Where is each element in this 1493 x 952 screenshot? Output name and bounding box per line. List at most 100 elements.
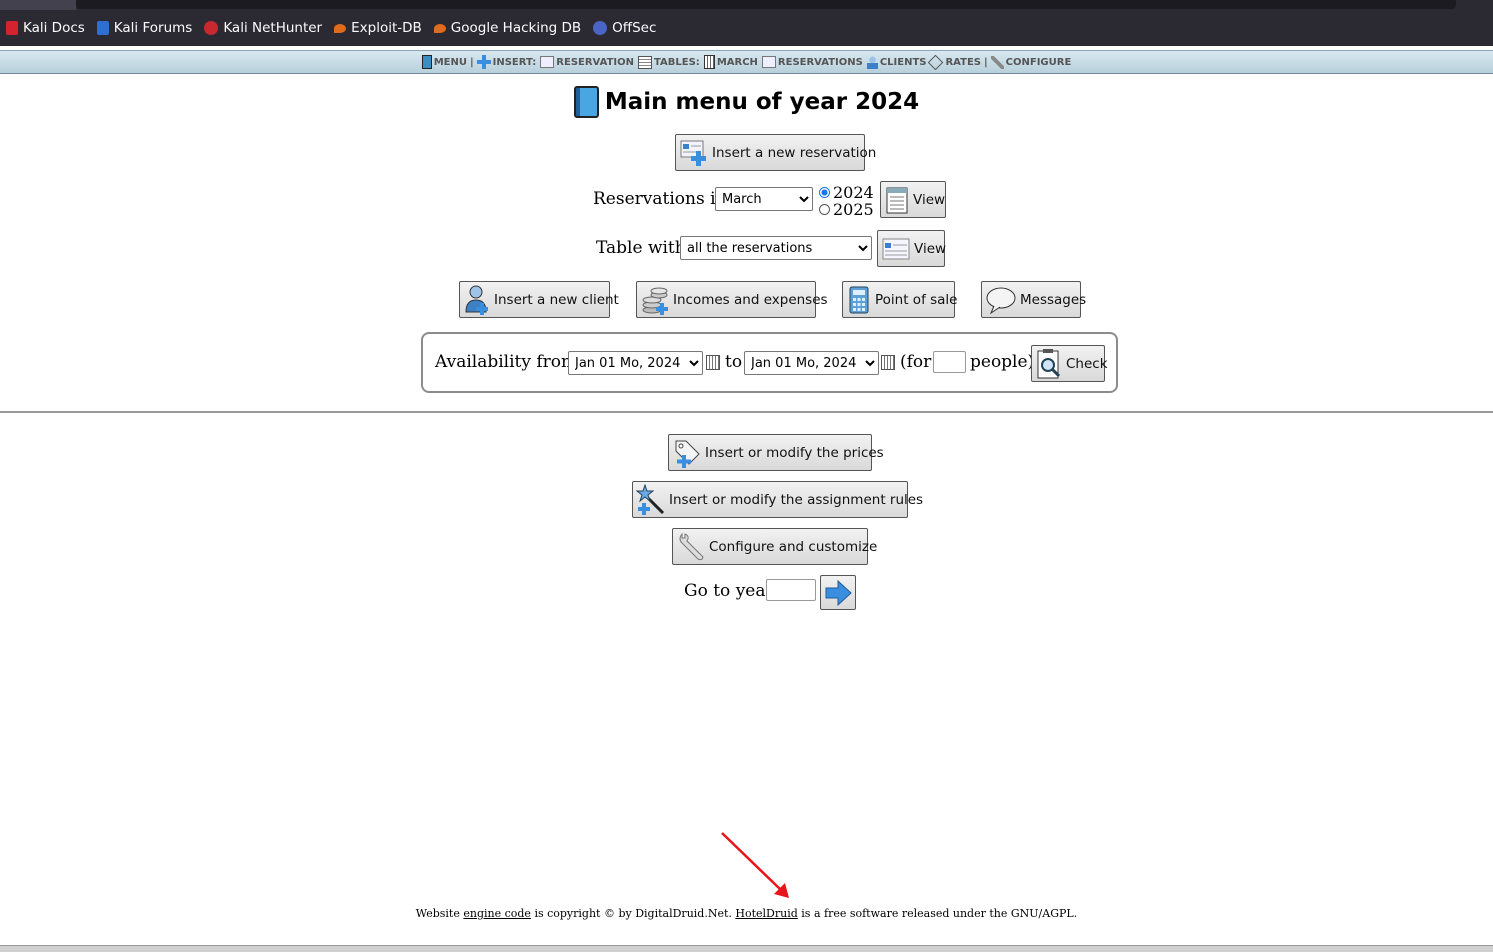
incomes-expenses-label: Incomes and expenses xyxy=(673,291,828,308)
coins-icon xyxy=(642,287,668,315)
calendar-picker-icon[interactable] xyxy=(881,355,895,370)
price-tag-icon xyxy=(675,440,700,468)
calendar-icon xyxy=(703,55,715,69)
go-to-year-label: Go to year xyxy=(684,581,774,601)
insert-label: INSERT: xyxy=(476,55,536,69)
insert-client-button[interactable]: Insert a new client xyxy=(459,281,619,318)
annotation-arrow-icon xyxy=(721,832,789,898)
active-tab[interactable] xyxy=(0,0,76,10)
year-radio-2025[interactable]: 2025 xyxy=(819,200,874,219)
year-input[interactable] xyxy=(766,579,816,601)
menu-link-label: MENU xyxy=(433,56,467,68)
bookmark-label: Kali Forums xyxy=(113,20,193,36)
wrench-icon xyxy=(679,532,704,560)
book-icon xyxy=(573,86,599,118)
menu-separator: | xyxy=(984,56,988,68)
date-from-select[interactable]: Jan 01 Mo, 2024 xyxy=(568,351,703,375)
bookmark-kali-nethunter[interactable]: Kali NetHunter xyxy=(204,20,322,36)
reservations-link[interactable]: RESERVATIONS xyxy=(761,56,863,68)
app-menu-bar: MENU | INSERT: RESERVATION TABLES: MARCH… xyxy=(0,50,1493,74)
footer-text: is a free software released under the GN… xyxy=(797,907,1078,920)
wrench-icon xyxy=(990,55,1004,69)
for-label: (for xyxy=(900,352,932,372)
speech-bubble-icon xyxy=(986,287,1016,314)
configure-link-label: CONFIGURE xyxy=(1005,56,1072,68)
to-label: to xyxy=(725,352,743,372)
reservations-table-icon xyxy=(882,238,910,259)
reservation-link-label: RESERVATION xyxy=(556,56,634,68)
menu-link[interactable]: MENU xyxy=(421,55,467,69)
march-link[interactable]: MARCH xyxy=(703,55,758,69)
tables-label-text: TABLES: xyxy=(654,56,700,68)
bookmark-google-hacking-db[interactable]: Google Hacking DB xyxy=(433,20,582,36)
view-month-button[interactable]: View xyxy=(880,181,946,218)
insert-client-label: Insert a new client xyxy=(494,291,619,308)
exploit-db-icon xyxy=(334,23,347,33)
bookmark-label: Google Hacking DB xyxy=(450,20,582,36)
table-icon xyxy=(638,55,652,69)
messages-button[interactable]: Messages xyxy=(981,281,1086,318)
calendar-icon xyxy=(886,187,908,213)
address-bar[interactable] xyxy=(76,0,1456,9)
insert-reservation-button[interactable]: Insert a new reservation xyxy=(675,134,876,171)
prices-button[interactable]: Insert or modify the prices xyxy=(668,434,884,471)
kali-icon xyxy=(6,21,18,35)
people-count-input[interactable] xyxy=(933,351,966,373)
month-select[interactable]: March xyxy=(715,187,813,211)
configure-link[interactable]: CONFIGURE xyxy=(990,55,1072,69)
bookmark-label: Kali NetHunter xyxy=(223,20,323,36)
clients-link[interactable]: CLIENTS xyxy=(866,55,926,69)
people-label: people) xyxy=(970,352,1035,372)
menu-separator: | xyxy=(469,56,474,68)
engine-code-link[interactable]: engine code xyxy=(463,907,531,920)
calculator-icon xyxy=(849,286,869,313)
date-to-select[interactable]: Jan 01 Mo, 2024 xyxy=(744,351,879,375)
footer: Website engine code is copyright © by Di… xyxy=(0,907,1493,920)
calendar-picker-icon[interactable] xyxy=(706,355,720,370)
radio-unselected[interactable] xyxy=(819,204,830,215)
configure-label: Configure and customize xyxy=(709,538,878,555)
bookmark-exploit-db[interactable]: Exploit-DB xyxy=(334,20,422,36)
prices-label: Insert or modify the prices xyxy=(705,444,884,461)
go-to-year-button[interactable] xyxy=(820,575,856,610)
table-filter-select[interactable]: all the reservations xyxy=(680,236,872,260)
view-label: View xyxy=(914,240,947,257)
footer-text: Website xyxy=(415,907,464,920)
point-of-sale-button[interactable]: Point of sale xyxy=(842,281,957,318)
incomes-expenses-button[interactable]: Incomes and expenses xyxy=(636,281,828,318)
forums-icon xyxy=(96,21,109,35)
footer-text: is copyright © by DigitalDruid.Net. xyxy=(530,907,736,920)
page-title-text: Main menu of year 2024 xyxy=(604,89,920,115)
hoteldruid-link[interactable]: HotelDruid xyxy=(735,907,797,920)
bookmark-kali-forums[interactable]: Kali Forums xyxy=(96,20,193,36)
plus-icon xyxy=(476,55,491,69)
bookmark-offsec[interactable]: OffSec xyxy=(593,20,656,36)
march-link-label: MARCH xyxy=(716,56,758,68)
bookmark-label: Kali Docs xyxy=(23,20,85,36)
reservation-add-icon xyxy=(680,140,706,166)
assignment-rules-label: Insert or modify the assignment rules xyxy=(669,491,924,508)
assignment-rules-button[interactable]: Insert or modify the assignment rules xyxy=(632,481,923,518)
messages-label: Messages xyxy=(1020,291,1087,308)
radio-selected[interactable] xyxy=(819,187,830,198)
nethunter-icon xyxy=(204,21,219,35)
clipboard-search-icon xyxy=(1037,348,1061,378)
add-client-icon xyxy=(465,285,488,315)
browser-tab-strip xyxy=(0,0,1493,10)
bookmark-kali-docs[interactable]: Kali Docs xyxy=(6,20,85,36)
bookmark-label: OffSec xyxy=(612,20,657,36)
ghdb-icon xyxy=(433,23,446,33)
reservation-link[interactable]: RESERVATION xyxy=(540,56,634,68)
view-label: View xyxy=(913,191,946,208)
view-table-button[interactable]: View xyxy=(877,230,947,267)
bookmarks-toolbar: Kali Docs Kali Forums Kali NetHunter Exp… xyxy=(0,10,1493,46)
book-icon xyxy=(421,55,432,69)
rates-link[interactable]: RATES xyxy=(928,54,982,70)
rates-link-label: RATES xyxy=(945,56,982,68)
section-divider xyxy=(0,411,1493,413)
arrow-right-icon xyxy=(825,579,852,606)
check-label: Check xyxy=(1066,355,1108,372)
check-availability-button[interactable]: Check xyxy=(1031,345,1108,382)
reservations-link-label: RESERVATIONS xyxy=(777,56,863,68)
configure-button[interactable]: Configure and customize xyxy=(672,528,877,565)
